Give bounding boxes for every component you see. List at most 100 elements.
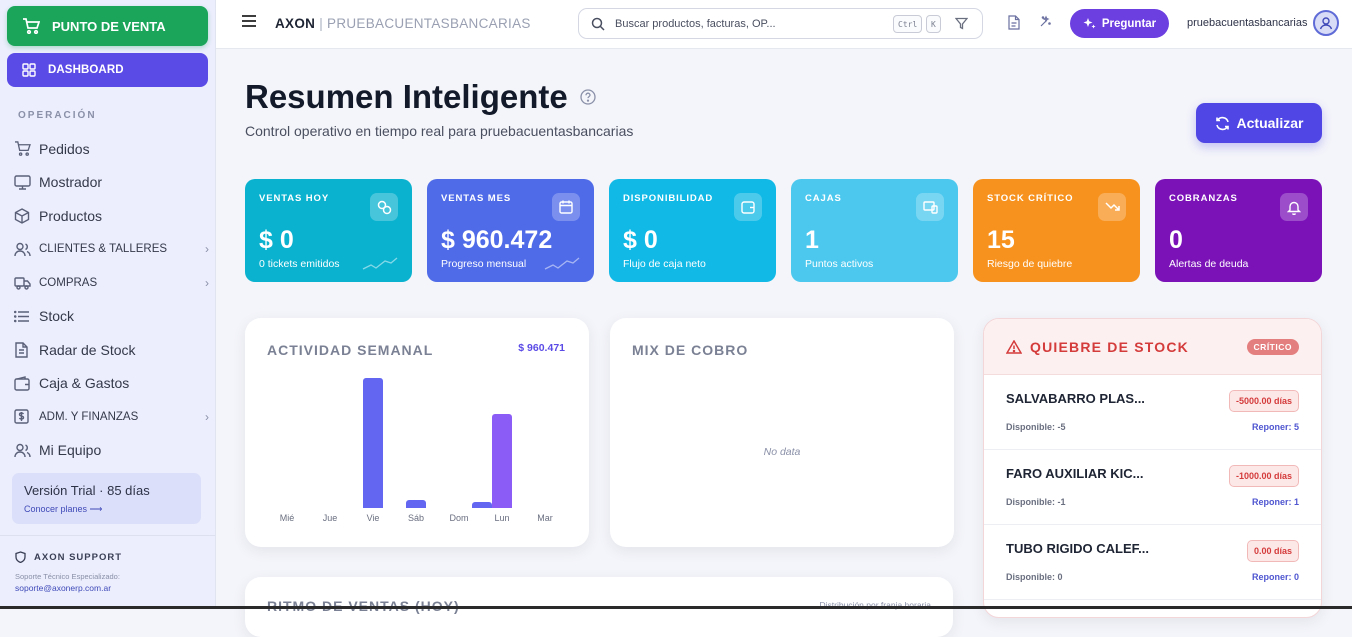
sidebar-item-compras[interactable]: COMPRAS ›: [0, 266, 215, 300]
chart-bar[interactable]: [472, 502, 492, 508]
sidebar-item-label: Mostrador: [39, 174, 102, 190]
sidebar-item-caja[interactable]: Caja & Gastos: [0, 367, 215, 401]
stock-break-card: QUIEBRE DE STOCK CRÍTICO SALVABARRO PLAS…: [983, 318, 1322, 618]
menu-icon[interactable]: [241, 14, 257, 28]
brand-separator: |: [319, 16, 323, 31]
pos-button[interactable]: PUNTO DE VENTA: [7, 6, 208, 46]
help-icon[interactable]: [580, 89, 596, 105]
sidebar-item-label: CLIENTES & TALLERES: [39, 243, 167, 255]
chart-bar[interactable]: [406, 500, 426, 508]
x-tick-label: Mar: [525, 513, 565, 523]
username[interactable]: pruebacuentasbancarias: [1187, 17, 1307, 29]
link-icon: [370, 193, 398, 221]
warning-icon: [1006, 340, 1022, 354]
x-tick-label: Sáb: [396, 513, 436, 523]
search-box[interactable]: Buscar productos, facturas, OP... Ctrl K: [578, 8, 983, 39]
grid-icon: [22, 63, 36, 77]
document-icon: [14, 342, 32, 358]
kpi-subtitle: Progreso mensual: [441, 258, 526, 270]
truck-icon: [14, 276, 32, 290]
sidebar-item-equipo[interactable]: Mi Equipo: [0, 434, 215, 468]
dollar-icon: [14, 409, 32, 424]
sparkline-icon: [544, 257, 580, 271]
refresh-button[interactable]: Actualizar: [1196, 103, 1322, 143]
stock-item-name: SALVABARRO PLAS...: [1006, 391, 1145, 406]
stock-available: Disponible: -5: [1006, 422, 1066, 432]
stock-available: Disponible: -1: [1006, 497, 1066, 507]
box-icon: [14, 208, 32, 224]
critical-badge: CRÍTICO: [1247, 339, 1299, 355]
sidebar-item-productos[interactable]: Productos: [0, 199, 215, 233]
kpi-subtitle: 0 tickets emitidos: [259, 258, 340, 270]
stock-item[interactable]: TUBO RIGIDO CALEF...0.00 díasDisponible:…: [984, 525, 1321, 600]
filter-icon[interactable]: [955, 17, 968, 30]
chevron-right-icon: ›: [205, 276, 209, 290]
kpi-card[interactable]: STOCK CRÍTICO15Riesgo de quiebre: [973, 179, 1140, 282]
sidebar-item-label: Caja & Gastos: [39, 375, 129, 391]
kpi-subtitle: Alertas de deuda: [1169, 258, 1248, 270]
sidebar-item-label: Radar de Stock: [39, 342, 136, 358]
kpi-card[interactable]: DISPONIBILIDAD$ 0Flujo de caja neto: [609, 179, 776, 282]
ask-button[interactable]: Preguntar: [1070, 9, 1169, 38]
chart-bar[interactable]: [363, 378, 383, 508]
ask-button-label: Preguntar: [1102, 18, 1156, 30]
kpi-card[interactable]: CAJAS1Puntos activos: [791, 179, 958, 282]
x-tick-label: Dom: [439, 513, 479, 523]
sidebar-item-label: COMPRAS: [39, 277, 97, 289]
sidebar-item-clientes[interactable]: CLIENTES & TALLERES ›: [0, 233, 215, 267]
topbar: AXON|PRUEBACUENTASBANCARIAS Buscar produ…: [216, 0, 1352, 49]
kpi-subtitle: Riesgo de quiebre: [987, 258, 1072, 270]
sidebar-item-finanzas[interactable]: ADM. Y FINANZAS ›: [0, 400, 215, 434]
list-icon: [14, 310, 32, 323]
stock-break-list: SALVABARRO PLAS... -5000.00 días Disponibl…: [984, 375, 1321, 600]
search-icon: [591, 17, 605, 31]
chart-bar[interactable]: [492, 414, 512, 508]
chevron-right-icon: ›: [205, 242, 209, 256]
cart-icon: [22, 18, 40, 34]
kpi-subtitle: Flujo de caja neto: [623, 258, 706, 270]
kpi-card[interactable]: VENTAS HOY$ 00 tickets emitidos: [245, 179, 412, 282]
support-title: AXON SUPPORT: [34, 552, 122, 563]
avatar[interactable]: [1313, 10, 1339, 36]
sidebar-item-mostrador[interactable]: Mostrador: [0, 166, 215, 200]
company-name: PRUEBACUENTASBANCARIAS: [327, 16, 531, 31]
kpi-value: 0: [1169, 226, 1183, 255]
kpi-value: $ 0: [259, 226, 294, 255]
sidebar-item-label: Pedidos: [39, 141, 90, 157]
users-icon: [14, 242, 32, 257]
stock-reorder: Reponer: 0: [1252, 572, 1299, 582]
trial-banner: Versión Trial · 85 días Conocer planes ⟶: [12, 473, 201, 524]
refresh-icon: [1215, 116, 1230, 131]
support-email[interactable]: soporte@axonerp.com.ar: [15, 583, 200, 593]
trend-down-icon: [1098, 193, 1126, 221]
kpi-card[interactable]: COBRANZAS0Alertas de deuda: [1155, 179, 1322, 282]
x-tick-label: Mié: [267, 513, 307, 523]
sidebar-item-pedidos[interactable]: Pedidos: [0, 132, 215, 166]
document-icon[interactable]: [1008, 15, 1020, 30]
page-subtitle: Control operativo en tiempo real para pr…: [245, 123, 633, 139]
stock-reorder: Reponer: 5: [1252, 422, 1299, 432]
wallet-icon: [734, 193, 762, 221]
support-block: AXON SUPPORT Soporte Técnico Especializa…: [0, 535, 215, 608]
stock-item[interactable]: FARO AUXILIAR KIC...-1000.00 díasDisponi…: [984, 450, 1321, 525]
kpi-card[interactable]: VENTAS MES$ 960.472Progreso mensual: [427, 179, 594, 282]
stock-days-badge: -1000.00 días: [1229, 465, 1299, 487]
user-icon: [1319, 16, 1333, 30]
kbd-k: K: [926, 15, 941, 33]
kpi-subtitle: Puntos activos: [805, 258, 873, 270]
sparkline-icon: [362, 257, 398, 271]
page-title-text: Resumen Inteligente: [245, 78, 568, 116]
search-input[interactable]: Buscar productos, facturas, OP...: [615, 18, 776, 30]
payment-mix-title: MIX DE COBRO: [632, 342, 748, 358]
stock-item-name: TUBO RIGIDO CALEF...: [1006, 541, 1149, 556]
sparkle-icon[interactable]: [1038, 15, 1052, 29]
sidebar-item-radar[interactable]: Radar de Stock: [0, 333, 215, 367]
stock-days-badge: -5000.00 días: [1229, 390, 1299, 412]
stock-item[interactable]: SALVABARRO PLAS... -5000.00 días Disponibl…: [984, 375, 1321, 450]
trial-plans-link[interactable]: Conocer planes ⟶: [24, 504, 189, 515]
devices-icon: [916, 193, 944, 221]
sidebar-item-stock[interactable]: Stock: [0, 300, 215, 334]
page-title: Resumen Inteligente: [245, 78, 596, 116]
stock-reorder: Reponer: 1: [1252, 497, 1299, 507]
dashboard-button[interactable]: DASHBOARD: [7, 53, 208, 87]
